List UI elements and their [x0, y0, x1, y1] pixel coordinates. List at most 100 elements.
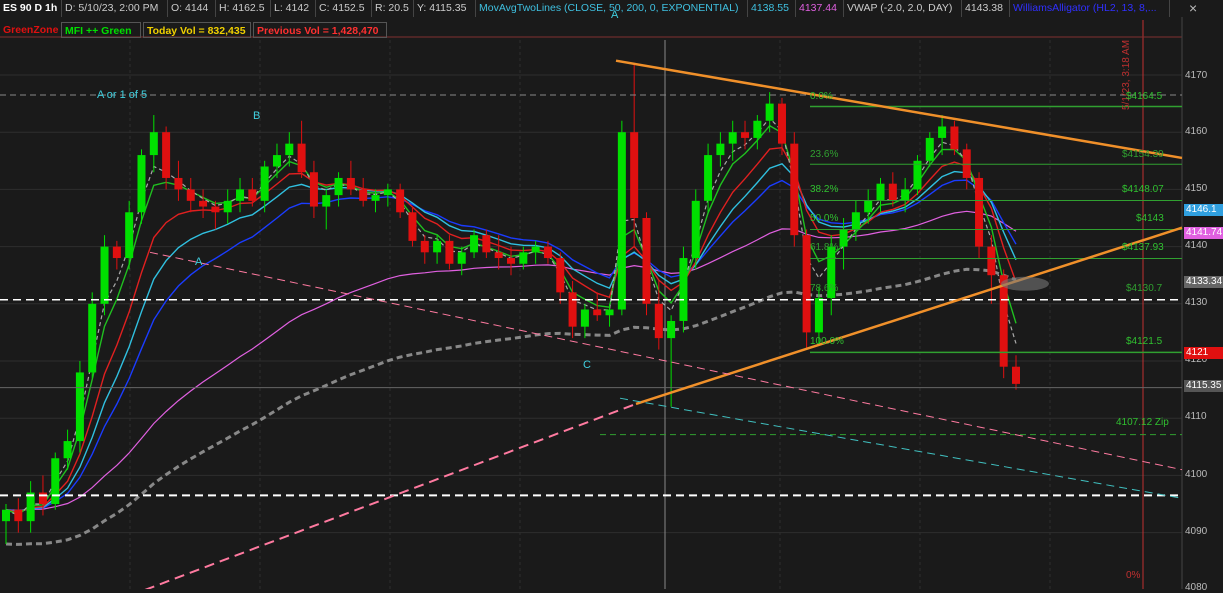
wave-label-a: A	[195, 256, 203, 268]
ema-fast-dashed-line	[5, 117, 1017, 517]
y-tick-4090: 4090	[1185, 526, 1208, 537]
candle-body	[543, 246, 552, 259]
candle-body	[162, 132, 171, 178]
fib-50-label: 50.0%	[810, 213, 839, 224]
y-label: Y: 4115.35	[414, 0, 476, 17]
candle-body	[137, 155, 146, 213]
candle-body	[100, 246, 109, 304]
candle-body	[556, 258, 565, 293]
close-icon[interactable]: ×	[1186, 0, 1210, 17]
candle-body	[272, 155, 281, 167]
fib-value-4154: $4154.39	[1122, 149, 1164, 160]
candle-body	[494, 252, 503, 259]
candle-body	[741, 132, 750, 138]
price-chart[interactable]	[0, 0, 1223, 589]
previous-vol-label: Previous Vol = 1,428,470	[253, 22, 387, 38]
candle-body	[950, 126, 959, 150]
candle-body	[186, 189, 195, 201]
price-tag-4115: 4115.35	[1184, 380, 1223, 392]
candle-body	[51, 458, 60, 504]
candle-body	[482, 235, 491, 253]
fib-value-4121: $4121.5	[1126, 336, 1163, 347]
candle-body	[88, 303, 97, 373]
mavg-value-2: 4137.44	[796, 0, 844, 17]
candle-body	[568, 292, 577, 327]
candle-body	[728, 132, 737, 144]
candle-body	[63, 441, 72, 459]
y-tick-4170: 4170	[1185, 70, 1208, 81]
candle-body	[654, 303, 663, 339]
fib-236-label: 23.6%	[810, 149, 839, 160]
candle-body	[112, 246, 121, 259]
fib-value-4148: $4148.07	[1122, 184, 1164, 195]
zip-label: 4107.12 Zip	[1116, 417, 1169, 428]
candle-body	[938, 126, 947, 138]
candle-body	[519, 252, 528, 264]
candle-body	[260, 166, 269, 201]
candle-body	[359, 189, 368, 201]
candle-body	[864, 200, 873, 213]
candle-body	[777, 103, 786, 144]
candle-body	[716, 143, 725, 156]
candle-body	[1012, 366, 1020, 384]
candle-body	[901, 189, 910, 201]
y-tick-4140: 4140	[1185, 240, 1208, 251]
candle-body	[149, 132, 158, 156]
candle-body	[125, 212, 134, 259]
lower-trendline-extension	[144, 402, 637, 589]
candle-body	[346, 177, 355, 190]
candle-body	[630, 132, 639, 218]
wave-label-c: C	[583, 359, 591, 371]
low-label: L: 4142	[271, 0, 316, 17]
fib-0-label: 0.0%	[810, 91, 833, 102]
candle-body	[408, 212, 417, 241]
y-tick-4150: 4150	[1185, 183, 1208, 194]
vwap-study-label[interactable]: VWAP (-2.0, 2.0, DAY)	[844, 0, 962, 17]
candle-body	[470, 235, 479, 253]
candle-body	[839, 229, 848, 247]
date-label: D: 5/10/23, 2:00 PM	[62, 0, 168, 17]
candle-body	[753, 120, 762, 138]
alligator-lips-line	[5, 124, 1017, 516]
lower-trendline	[635, 226, 1183, 406]
candle-body	[38, 492, 47, 504]
candle-body	[174, 177, 183, 190]
ema-50-line	[5, 162, 1017, 513]
fib-value-4143: $4143	[1136, 213, 1164, 224]
candle-body	[580, 309, 589, 327]
candle-body	[445, 240, 454, 264]
price-tag-4141: 4141.74	[1184, 227, 1223, 239]
y-tick-4080: 4080	[1185, 582, 1208, 593]
candle-body	[704, 155, 713, 201]
price-tag-4146: 4146.1	[1184, 204, 1223, 216]
candle-body	[457, 252, 466, 264]
candle-body	[14, 509, 23, 522]
price-tag-4121: 4121	[1184, 347, 1223, 359]
candle-body	[223, 200, 232, 213]
wave-label-a-top: A	[611, 9, 619, 21]
close-label: C: 4152.5	[316, 0, 372, 17]
candle-body	[433, 240, 442, 253]
symbol-label[interactable]: ES 90 D 1h	[0, 0, 62, 17]
y-tick-4130: 4130	[1185, 297, 1208, 308]
wave-label-a-or-1: A or 1 of 5	[97, 89, 148, 101]
fib-786-label: 78.6%	[810, 283, 839, 294]
candle-body	[851, 212, 860, 230]
fib-value-4164: $4164.5	[1126, 91, 1163, 102]
high-label: H: 4162.5	[216, 0, 271, 17]
candle-body	[322, 195, 331, 207]
candle-body	[679, 258, 688, 321]
open-label: O: 4144	[168, 0, 216, 17]
candle-body	[790, 143, 799, 236]
wave-label-b: B	[253, 110, 261, 122]
alligator-study-label[interactable]: WilliamsAlligator (HL2, 13, 8,...	[1010, 0, 1170, 17]
y-tick-4100: 4100	[1185, 469, 1208, 480]
mfi-label: MFI ++ Green	[61, 22, 141, 38]
price-tag-4133: 4133.34	[1184, 276, 1223, 288]
candle-body	[975, 177, 984, 247]
vwap-value: 4143.38	[962, 0, 1010, 17]
candle-body	[334, 177, 343, 196]
cyan-descending-dashed	[619, 397, 1183, 499]
candle-body	[248, 189, 257, 201]
candle-body	[987, 246, 996, 276]
